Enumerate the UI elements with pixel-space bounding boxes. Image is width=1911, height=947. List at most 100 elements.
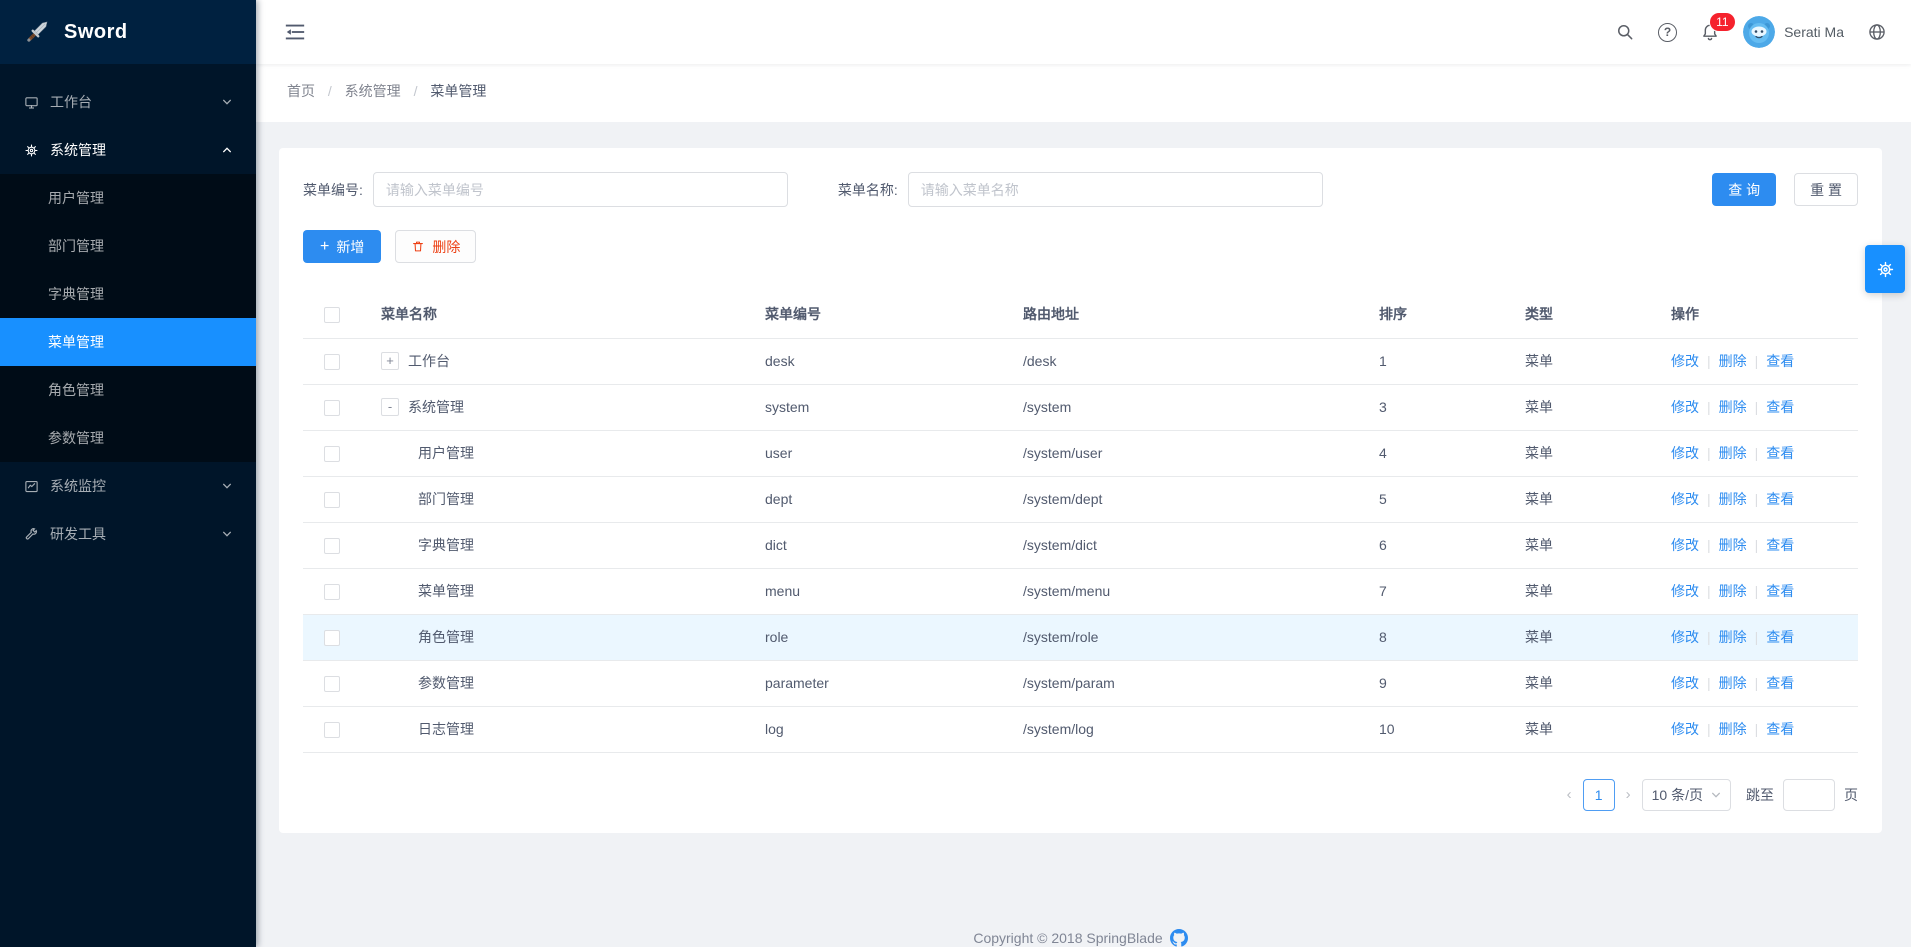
menu-code: desk [765, 338, 1023, 384]
action-delete[interactable]: 删除 [1719, 399, 1747, 415]
globe-icon[interactable] [1867, 22, 1887, 42]
tool-icon [24, 527, 39, 542]
monitor-icon [24, 95, 39, 110]
action-edit[interactable]: 修改 [1671, 445, 1699, 461]
notification-bell-icon[interactable]: 11 [1700, 22, 1720, 42]
sidebar-item-role-mgmt[interactable]: 角色管理 [0, 366, 256, 414]
github-icon[interactable] [1170, 929, 1188, 947]
row-checkbox[interactable] [324, 676, 340, 692]
sidebar-item-workbench[interactable]: 工作台 [0, 78, 256, 126]
menu-code: dept [765, 476, 1023, 522]
menu-type: 菜单 [1525, 430, 1671, 476]
expand-toggle[interactable]: + [381, 352, 399, 370]
menu-type: 菜单 [1525, 706, 1671, 752]
app-logo[interactable]: Sword [0, 0, 256, 64]
route-path: /system/log [1023, 706, 1379, 752]
reset-button[interactable]: 重 置 [1794, 173, 1858, 206]
table-header-row: 菜单名称 菜单编号 路由地址 排序 类型 操作 [303, 291, 1858, 338]
action-edit[interactable]: 修改 [1671, 399, 1699, 415]
action-delete[interactable]: 删除 [1719, 583, 1747, 599]
action-view[interactable]: 查看 [1766, 629, 1794, 645]
row-actions: 修改|删除|查看 [1671, 721, 1794, 737]
action-edit[interactable]: 修改 [1671, 583, 1699, 599]
row-checkbox[interactable] [324, 630, 340, 646]
topbar: ? 11 [256, 0, 1911, 64]
help-icon[interactable]: ? [1658, 23, 1677, 42]
row-checkbox[interactable] [324, 538, 340, 554]
row-checkbox[interactable] [324, 492, 340, 508]
select-all-checkbox[interactable] [324, 307, 340, 323]
row-actions: 修改|删除|查看 [1671, 537, 1794, 553]
action-delete[interactable]: 删除 [1719, 675, 1747, 691]
row-checkbox[interactable] [324, 354, 340, 370]
action-edit[interactable]: 修改 [1671, 353, 1699, 369]
prev-page-icon[interactable]: ‹ [1565, 786, 1574, 803]
action-edit[interactable]: 修改 [1671, 675, 1699, 691]
action-view[interactable]: 查看 [1766, 537, 1794, 553]
jump-page-input[interactable] [1783, 779, 1835, 811]
menu-type: 菜单 [1525, 522, 1671, 568]
action-edit[interactable]: 修改 [1671, 491, 1699, 507]
action-delete[interactable]: 删除 [1719, 721, 1747, 737]
menu-type: 菜单 [1525, 568, 1671, 614]
action-delete[interactable]: 删除 [1719, 537, 1747, 553]
breadcrumb-system[interactable]: 系统管理 [345, 83, 401, 99]
row-actions: 修改|删除|查看 [1671, 353, 1794, 369]
search-icon[interactable] [1615, 22, 1635, 42]
sidebar-item-monitor[interactable]: 系统监控 [0, 462, 256, 510]
sidebar-item-user-mgmt[interactable]: 用户管理 [0, 174, 256, 222]
next-page-icon[interactable]: › [1624, 786, 1633, 803]
delete-button[interactable]: 删除 [395, 230, 476, 263]
sort-value: 8 [1379, 614, 1525, 660]
menu-code: user [765, 430, 1023, 476]
action-delete[interactable]: 删除 [1719, 445, 1747, 461]
row-checkbox[interactable] [324, 584, 340, 600]
sidebar-item-label: 工作台 [50, 92, 92, 112]
action-view[interactable]: 查看 [1766, 675, 1794, 691]
add-button[interactable]: + 新增 [303, 230, 381, 263]
table-row: 部门管理 dept /system/dept 5 菜单 修改|删除|查看 [303, 476, 1858, 522]
sidebar-item-dict-mgmt[interactable]: 字典管理 [0, 270, 256, 318]
expand-toggle[interactable]: - [381, 398, 399, 416]
action-edit[interactable]: 修改 [1671, 721, 1699, 737]
route-path: /system/param [1023, 660, 1379, 706]
action-view[interactable]: 查看 [1766, 445, 1794, 461]
sidebar-item-menu-mgmt[interactable]: 菜单管理 [0, 318, 256, 366]
settings-panel-toggle[interactable] [1865, 245, 1905, 293]
column-sort: 排序 [1379, 291, 1525, 338]
table-row: 角色管理 role /system/role 8 菜单 修改|删除|查看 [303, 614, 1858, 660]
page-size-select[interactable]: 10 条/页 [1642, 779, 1731, 811]
menu-name: 用户管理 [418, 443, 474, 463]
menu-fold-icon[interactable] [284, 21, 306, 43]
menu-code-input[interactable] [373, 172, 788, 207]
row-checkbox[interactable] [324, 722, 340, 738]
action-view[interactable]: 查看 [1766, 721, 1794, 737]
column-type: 类型 [1525, 291, 1671, 338]
route-path: /system/menu [1023, 568, 1379, 614]
action-edit[interactable]: 修改 [1671, 629, 1699, 645]
action-view[interactable]: 查看 [1766, 583, 1794, 599]
action-delete[interactable]: 删除 [1719, 353, 1747, 369]
page-header: 首页 / 系统管理 / 菜单管理 [256, 64, 1911, 122]
sidebar-item-param-mgmt[interactable]: 参数管理 [0, 414, 256, 462]
breadcrumb-home[interactable]: 首页 [287, 83, 315, 99]
sidebar-item-dept-mgmt[interactable]: 部门管理 [0, 222, 256, 270]
action-delete[interactable]: 删除 [1719, 491, 1747, 507]
user-menu[interactable]: Serati Ma [1743, 16, 1844, 48]
menu-type: 菜单 [1525, 384, 1671, 430]
sidebar-item-system[interactable]: 系统管理 [0, 126, 256, 174]
menu-type: 菜单 [1525, 660, 1671, 706]
action-view[interactable]: 查看 [1766, 353, 1794, 369]
page-number[interactable]: 1 [1583, 779, 1615, 811]
action-delete[interactable]: 删除 [1719, 629, 1747, 645]
menu-name-input[interactable] [908, 172, 1323, 207]
menu-name: 角色管理 [418, 627, 474, 647]
action-edit[interactable]: 修改 [1671, 537, 1699, 553]
row-checkbox[interactable] [324, 446, 340, 462]
sidebar-item-devtools[interactable]: 研发工具 [0, 510, 256, 558]
copyright-text: Copyright © 2018 SpringBlade [973, 930, 1162, 946]
action-view[interactable]: 查看 [1766, 399, 1794, 415]
search-button[interactable]: 查 询 [1712, 173, 1776, 206]
row-checkbox[interactable] [324, 400, 340, 416]
action-view[interactable]: 查看 [1766, 491, 1794, 507]
